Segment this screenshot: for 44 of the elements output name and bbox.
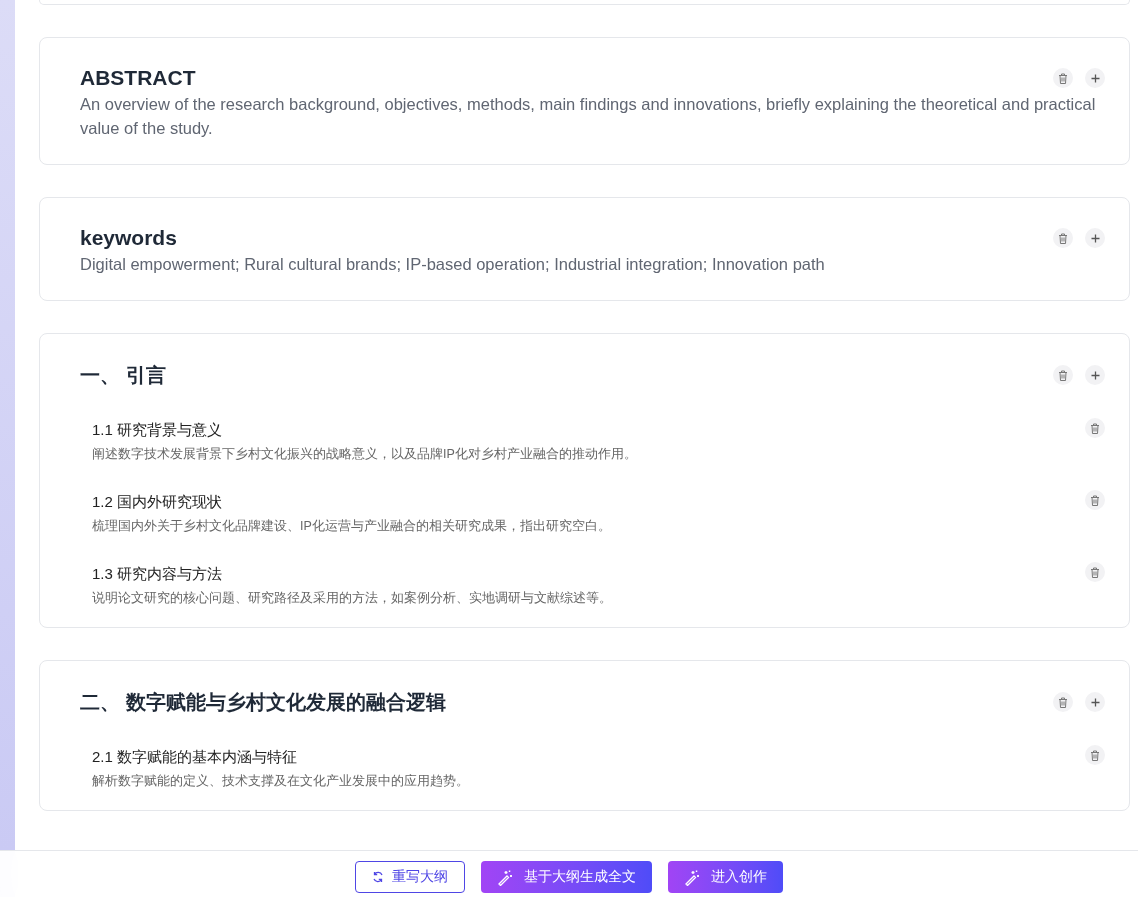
trash-icon — [1090, 749, 1100, 761]
trash-icon — [1058, 369, 1068, 381]
section-title: keywords — [80, 225, 177, 251]
subsection-description: 说明论文研究的核心问题、研究路径及采用的方法，如案例分析、实地调研与文献综述等。 — [92, 590, 612, 607]
delete-button[interactable] — [1053, 365, 1073, 385]
action-button[interactable]: 重写大纲 — [355, 861, 465, 893]
subsection-description: 梳理国内外关于乡村文化品牌建设、IP化运营与产业融合的相关研究成果，指出研究空白。 — [92, 518, 611, 535]
subsection-description: 解析数字赋能的定义、技术支撑及在文化产业发展中的应用趋势。 — [92, 773, 469, 790]
trash-icon — [1058, 232, 1068, 244]
delete-button[interactable] — [1053, 68, 1073, 88]
trash-icon — [1058, 696, 1068, 708]
trash-icon — [1058, 72, 1068, 84]
section-title: 一、 引言 — [80, 363, 166, 388]
section-title: ABSTRACT — [80, 65, 196, 91]
delete-button[interactable] — [1085, 562, 1105, 582]
delete-button[interactable] — [1085, 745, 1105, 765]
section-body: Digital empowerment; Rural cultural brands; IP-based operation; Industrial integration; Innovation path — [80, 254, 826, 275]
delete-button[interactable] — [1085, 490, 1105, 510]
plus-icon — [1090, 73, 1100, 83]
subsection-description: 阐述数字技术发展背景下乡村文化振兴的战略意义，以及品牌IP化对乡村产业融合的推动作用。 — [92, 446, 637, 463]
plus-icon — [1090, 370, 1100, 380]
section-title: 二、 数字赋能与乡村文化发展的融合逻辑 — [80, 690, 446, 715]
subsection-title: 1.3 研究内容与方法 — [92, 564, 224, 584]
trash-icon — [1090, 566, 1100, 578]
refresh-icon — [372, 871, 384, 883]
subsection-title: 1.2 国内外研究现状 — [92, 492, 224, 512]
add-button[interactable] — [1085, 68, 1105, 88]
section-body: An overview of the research background, objectives, methods, main findings and innovations, briefly explaining the theoretical and practical value of the study. — [80, 94, 1097, 139]
add-button[interactable] — [1085, 228, 1105, 248]
add-button[interactable] — [1085, 692, 1105, 712]
delete-button[interactable] — [1053, 692, 1073, 712]
action-button[interactable]: 基于大纲生成全文 — [481, 861, 652, 893]
trash-icon — [1090, 422, 1100, 434]
magic-wand-icon — [684, 868, 701, 886]
magic-wand-icon — [497, 868, 514, 886]
delete-button[interactable] — [1053, 228, 1073, 248]
trash-icon — [1090, 494, 1100, 506]
add-button[interactable] — [1085, 365, 1105, 385]
plus-icon — [1090, 233, 1100, 243]
action-button[interactable]: 进入创作 — [668, 861, 783, 893]
delete-button[interactable] — [1085, 418, 1105, 438]
subsection-title: 1.1 研究背景与意义 — [92, 420, 224, 440]
plus-icon — [1090, 697, 1100, 707]
subsection-title: 2.1 数字赋能的基本内涵与特征 — [92, 747, 299, 767]
